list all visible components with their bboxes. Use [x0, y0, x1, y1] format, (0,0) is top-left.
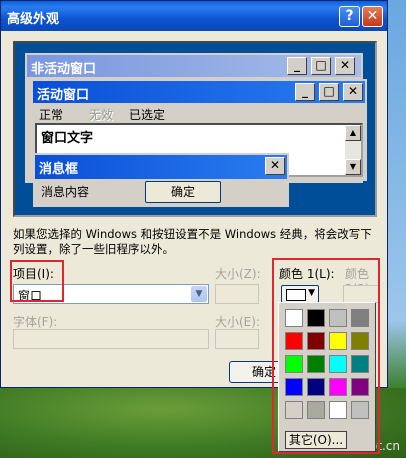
- description-text: 如果您选择的 Windows 和按钮设置不是 Windows 经典，将会改写下列…: [13, 227, 372, 256]
- size-stepper: [215, 284, 259, 304]
- color-swatch[interactable]: [285, 355, 303, 373]
- active-window-title: 活动窗口: [37, 88, 90, 103]
- item-value: 窗口: [18, 289, 43, 303]
- color-swatch[interactable]: [351, 332, 369, 350]
- color-swatch[interactable]: [285, 309, 303, 327]
- menu-item-disabled[interactable]: 无效: [89, 106, 113, 123]
- color-swatch[interactable]: [351, 309, 369, 327]
- color-swatch[interactable]: [307, 355, 325, 373]
- color-swatch[interactable]: [351, 378, 369, 396]
- color2-picker-button: [343, 285, 379, 303]
- font-label: 字体(F):: [13, 315, 58, 329]
- color-swatch[interactable]: [285, 332, 303, 350]
- menu-item-normal[interactable]: 正常: [39, 106, 63, 123]
- size-label: 大小(Z):: [215, 267, 261, 281]
- color-swatch[interactable]: [285, 378, 303, 396]
- active-caption[interactable]: 活动窗口 _ □ ✕: [33, 81, 365, 103]
- appearance-preview[interactable]: 非活动窗口 _ □ ✕ 活动窗口 _ □ ✕ 正常 无效 已选定 窗口文字 ▲: [13, 41, 377, 217]
- color-swatch[interactable]: [351, 355, 369, 373]
- font-size-stepper: [215, 329, 259, 349]
- msgbox-caption[interactable]: 消息框 ✕: [35, 155, 287, 179]
- color-swatch[interactable]: [329, 378, 347, 396]
- scrollbar[interactable]: ▲ ▼: [345, 125, 361, 175]
- msgbox-title: 消息框: [39, 162, 79, 177]
- msgbox-text: 消息内容: [41, 185, 90, 199]
- chevron-down-icon[interactable]: ▼: [191, 286, 207, 302]
- color-palette-popup[interactable]: 其它(O)...: [278, 302, 376, 452]
- color-swatch[interactable]: [307, 309, 325, 327]
- color-swatch[interactable]: [307, 378, 325, 396]
- maximize-icon: □: [311, 57, 331, 75]
- color-swatch[interactable]: [351, 401, 369, 419]
- scroll-down-icon[interactable]: ▼: [345, 159, 361, 175]
- title-bar: 高级外观 ? ✕: [1, 1, 387, 31]
- menu-bar-preview[interactable]: 正常 无效 已选定: [33, 103, 365, 123]
- close-icon: ✕: [335, 57, 355, 75]
- menu-item-selected[interactable]: 已选定: [129, 106, 165, 123]
- minimize-icon: _: [287, 57, 307, 75]
- chevron-down-icon: ▼: [308, 288, 315, 298]
- color-swatch[interactable]: [329, 309, 347, 327]
- color-swatch[interactable]: [329, 401, 347, 419]
- message-box-preview[interactable]: 消息框 ✕ 消息内容 确定: [33, 153, 289, 207]
- other-colors-button[interactable]: 其它(O)...: [285, 431, 347, 449]
- color-swatch[interactable]: [329, 332, 347, 350]
- help-button[interactable]: ?: [339, 6, 360, 27]
- font-size-label: 大小(E):: [215, 315, 260, 329]
- window-title: 高级外观: [7, 12, 60, 27]
- minimize-icon: _: [295, 83, 315, 101]
- msgbox-ok-button[interactable]: 确定: [145, 181, 221, 203]
- item-label: 项目(I):: [13, 267, 54, 281]
- color-swatch[interactable]: [307, 401, 325, 419]
- scroll-up-icon[interactable]: ▲: [345, 125, 361, 141]
- close-button[interactable]: ✕: [362, 6, 383, 27]
- inactive-window-title: 非活动窗口: [31, 62, 97, 77]
- color1-label: 颜色 1(L):: [279, 267, 335, 281]
- window-text: 窗口文字: [41, 131, 94, 146]
- color-swatch[interactable]: [329, 355, 347, 373]
- maximize-icon: □: [319, 83, 339, 101]
- item-dropdown[interactable]: 窗口 ▼: [13, 284, 209, 304]
- color1-picker-button[interactable]: ▼: [281, 285, 319, 303]
- inactive-caption[interactable]: 非活动窗口 _ □ ✕: [27, 55, 361, 77]
- color-swatch[interactable]: [307, 332, 325, 350]
- close-icon: ✕: [343, 83, 363, 101]
- color-swatch[interactable]: [285, 401, 303, 419]
- close-icon: ✕: [265, 157, 285, 175]
- font-dropdown: [13, 329, 209, 349]
- color1-swatch: [286, 289, 306, 301]
